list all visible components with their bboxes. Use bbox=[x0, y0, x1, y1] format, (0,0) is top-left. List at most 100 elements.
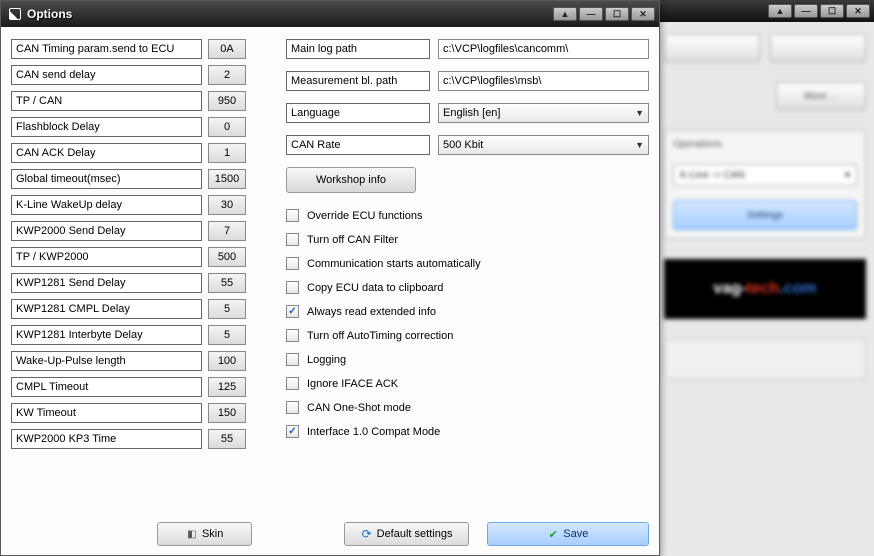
param-row: KWP1281 Interbyte Delay 5 bbox=[11, 325, 246, 345]
checkbox[interactable] bbox=[286, 209, 299, 222]
can-rate-combo[interactable]: 500 Kbit ▼ bbox=[438, 135, 649, 155]
param-value[interactable]: 150 bbox=[208, 403, 246, 423]
checkbox[interactable] bbox=[286, 257, 299, 270]
checkbox-label: Always read extended info bbox=[307, 306, 436, 318]
checkbox-row[interactable]: ✓Interface 1.0 Compat Mode bbox=[286, 425, 649, 438]
dialog-close-button[interactable]: ✕ bbox=[631, 7, 655, 21]
parent-titlebar: ▲ — ☐ ✕ bbox=[650, 0, 874, 22]
bg-panel bbox=[664, 339, 866, 379]
save-button[interactable]: ✔ Save bbox=[487, 522, 649, 546]
dialog-titlebar[interactable]: Options ▲ — ☐ ✕ bbox=[1, 1, 659, 27]
workshop-info-button[interactable]: Workshop info bbox=[286, 167, 416, 193]
parent-arrow-icon[interactable]: ▲ bbox=[768, 4, 792, 18]
dialog-minimize-button[interactable]: — bbox=[579, 7, 603, 21]
vag-tech-logo: vag-tech.com bbox=[664, 259, 866, 319]
dialog-title: Options bbox=[27, 7, 72, 21]
param-value[interactable]: 500 bbox=[208, 247, 246, 267]
param-label: KWP1281 Interbyte Delay bbox=[11, 325, 202, 345]
logo-part2: tech bbox=[746, 280, 779, 298]
skin-button-label: Skin bbox=[202, 528, 223, 540]
param-label: Global timeout(msec) bbox=[11, 169, 202, 189]
param-row: TP / CAN950 bbox=[11, 91, 246, 111]
skin-button[interactable]: ◧ Skin bbox=[157, 522, 253, 546]
checkbox[interactable] bbox=[286, 233, 299, 246]
default-settings-button[interactable]: ⟳ Default settings bbox=[344, 522, 468, 546]
param-row: KWP1281 CMPL Delay5 bbox=[11, 299, 246, 319]
checkbox-row[interactable]: Turn off CAN Filter bbox=[286, 233, 649, 246]
bg-button-1[interactable] bbox=[664, 34, 760, 62]
param-value[interactable]: 0A bbox=[208, 39, 246, 59]
checkbox-row[interactable]: Communication starts automatically bbox=[286, 257, 649, 270]
main-log-path-label: Main log path bbox=[286, 39, 430, 59]
can-rate-combo-value: 500 Kbit bbox=[443, 139, 483, 151]
param-row: K-Line WakeUp delay30 bbox=[11, 195, 246, 215]
checkbox-row[interactable]: CAN One-Shot mode bbox=[286, 401, 649, 414]
param-value[interactable]: 1500 bbox=[208, 169, 246, 189]
chevron-down-icon: ▼ bbox=[635, 108, 644, 118]
param-value[interactable]: 950 bbox=[208, 91, 246, 111]
parent-close-button[interactable]: ✕ bbox=[846, 4, 870, 18]
operations-combo[interactable]: K-Line -> CAN ▾ bbox=[673, 164, 857, 186]
param-row: Flashblock Delay 0 bbox=[11, 117, 246, 137]
param-row: KWP2000 KP3 Time 55 bbox=[11, 429, 246, 449]
checkbox[interactable] bbox=[286, 377, 299, 390]
main-log-path-input[interactable] bbox=[438, 39, 649, 59]
param-row: TP / KWP2000500 bbox=[11, 247, 246, 267]
checkbox[interactable] bbox=[286, 401, 299, 414]
parent-maximize-button[interactable]: ☐ bbox=[820, 4, 844, 18]
more-button[interactable]: More ... bbox=[776, 82, 866, 110]
param-value[interactable]: 7 bbox=[208, 221, 246, 241]
param-value[interactable]: 2 bbox=[208, 65, 246, 85]
default-button-label: Default settings bbox=[377, 528, 453, 540]
param-row: KWP2000 Send Delay 7 bbox=[11, 221, 246, 241]
language-combo[interactable]: English [en] ▼ bbox=[438, 103, 649, 123]
chevron-down-icon: ▼ bbox=[635, 140, 644, 150]
param-value[interactable]: 55 bbox=[208, 273, 246, 293]
checkbox-label: Override ECU functions bbox=[307, 210, 423, 222]
checkbox[interactable] bbox=[286, 281, 299, 294]
check-icon: ✔ bbox=[547, 528, 559, 540]
language-combo-value: English [en] bbox=[443, 107, 500, 119]
parent-minimize-button[interactable]: — bbox=[794, 4, 818, 18]
param-value[interactable]: 5 bbox=[208, 299, 246, 319]
dialog-maximize-button[interactable]: ☐ bbox=[605, 7, 629, 21]
param-label: KWP2000 Send Delay bbox=[11, 221, 202, 241]
checkbox-row[interactable]: Override ECU functions bbox=[286, 209, 649, 222]
logo-part1: vag- bbox=[713, 280, 746, 298]
dialog-arrow-button[interactable]: ▲ bbox=[553, 7, 577, 21]
checkbox-row[interactable]: Turn off AutoTiming correction bbox=[286, 329, 649, 342]
checkbox[interactable] bbox=[286, 353, 299, 366]
checkbox-row[interactable]: Logging bbox=[286, 353, 649, 366]
param-value[interactable]: 125 bbox=[208, 377, 246, 397]
checkbox-label: Logging bbox=[307, 354, 346, 366]
language-label: Language bbox=[286, 103, 430, 123]
param-value[interactable]: 5 bbox=[208, 325, 246, 345]
param-value[interactable]: 1 bbox=[208, 143, 246, 163]
operations-group: Operations K-Line -> CAN ▾ Settings bbox=[664, 130, 866, 239]
checkbox[interactable]: ✓ bbox=[286, 425, 299, 438]
param-row: CAN send delay2 bbox=[11, 65, 246, 85]
checkbox-row[interactable]: Copy ECU data to clipboard bbox=[286, 281, 649, 294]
checkbox-label: Ignore IFACE ACK bbox=[307, 378, 398, 390]
param-value[interactable]: 30 bbox=[208, 195, 246, 215]
param-value[interactable]: 100 bbox=[208, 351, 246, 371]
param-value[interactable]: 0 bbox=[208, 117, 246, 137]
checkbox[interactable] bbox=[286, 329, 299, 342]
checkbox-row[interactable]: Ignore IFACE ACK bbox=[286, 377, 649, 390]
checkbox-row[interactable]: ✓ Always read extended info bbox=[286, 305, 649, 318]
operations-combo-value: K-Line -> CAN bbox=[680, 170, 745, 181]
checkbox-label: CAN One-Shot mode bbox=[307, 402, 411, 414]
param-label: Flashblock Delay bbox=[11, 117, 202, 137]
save-button-label: Save bbox=[563, 528, 588, 540]
param-row: CAN Timing param.send to ECU0A bbox=[11, 39, 246, 59]
param-label: KWP1281 Send Delay bbox=[11, 273, 202, 293]
measurement-path-input[interactable] bbox=[438, 71, 649, 91]
param-label: KWP2000 KP3 Time bbox=[11, 429, 202, 449]
checkbox-list: Override ECU functions Turn off CAN Filte… bbox=[286, 209, 649, 438]
param-value[interactable]: 55 bbox=[208, 429, 246, 449]
bg-button-2[interactable] bbox=[770, 34, 866, 62]
settings-button[interactable]: Settings bbox=[673, 200, 857, 230]
param-row: CMPL Timeout125 bbox=[11, 377, 246, 397]
can-rate-label: CAN Rate bbox=[286, 135, 430, 155]
checkbox[interactable]: ✓ bbox=[286, 305, 299, 318]
